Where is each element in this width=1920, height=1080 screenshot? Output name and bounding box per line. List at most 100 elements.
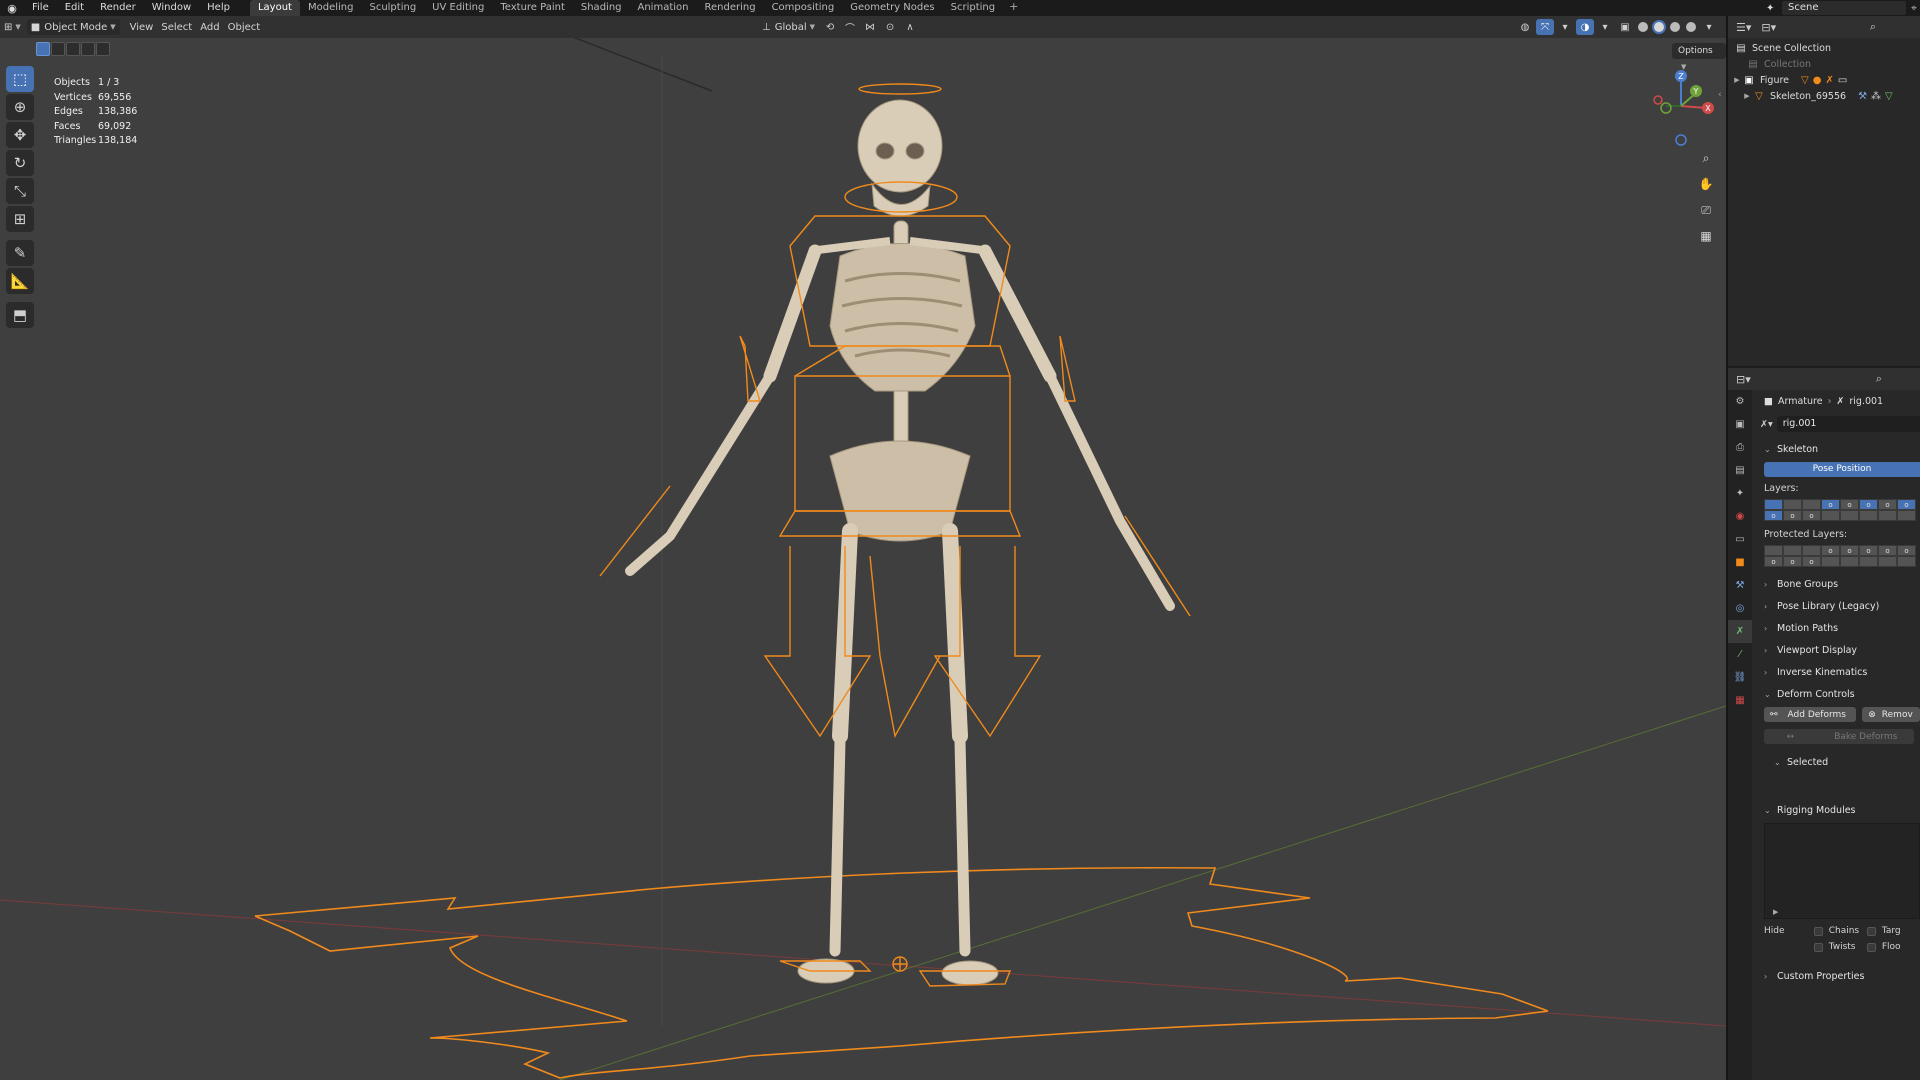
- bone-constraint-tab-icon[interactable]: ⛓: [1728, 666, 1752, 689]
- select-new-icon[interactable]: [36, 42, 50, 56]
- layer-toggle[interactable]: o: [1878, 499, 1897, 510]
- tab-scripting[interactable]: Scripting: [943, 0, 1003, 16]
- menu-view[interactable]: View: [126, 19, 158, 35]
- layer-toggle[interactable]: o: [1802, 556, 1821, 567]
- falloff-icon[interactable]: ∧: [901, 19, 919, 35]
- menu-add[interactable]: Add: [196, 19, 223, 35]
- pan-hand-icon[interactable]: ✋: [1696, 174, 1716, 194]
- output-tab-icon[interactable]: ⎙: [1728, 436, 1752, 459]
- texture-tab-icon[interactable]: ▦: [1728, 689, 1752, 712]
- layer-toggle[interactable]: o: [1802, 510, 1821, 521]
- tab-animation[interactable]: Animation: [630, 0, 697, 16]
- panel-collapsed[interactable]: › Pose Library (Legacy): [1752, 595, 1920, 617]
- armature-browse-icon[interactable]: ✗▾: [1760, 419, 1773, 430]
- armature-data-tab-icon[interactable]: ✗: [1728, 620, 1752, 643]
- targets-checkbox[interactable]: [1866, 926, 1876, 936]
- bone-tab-icon[interactable]: ⁄: [1728, 643, 1752, 666]
- layer-toggle[interactable]: [1859, 510, 1878, 521]
- layer-toggle[interactable]: [1783, 499, 1802, 510]
- armature-name-field[interactable]: rig.001: [1776, 416, 1920, 432]
- scale-icon[interactable]: ⤡: [6, 178, 34, 204]
- layer-toggle[interactable]: o: [1821, 499, 1840, 510]
- layer-toggle[interactable]: o: [1897, 545, 1916, 556]
- layer-toggle[interactable]: [1897, 556, 1916, 567]
- menu-object[interactable]: Object: [224, 19, 265, 35]
- layer-toggle[interactable]: o: [1764, 556, 1783, 567]
- mode-selector[interactable]: ■ Object Mode ▼: [26, 19, 120, 35]
- navigation-gizmo[interactable]: Z Y X: [1646, 66, 1716, 156]
- select-extend-icon[interactable]: [51, 42, 65, 56]
- 3d-viewport[interactable]: ⊞ ▼ ■ Object Mode ▼ View Select Add Objec…: [0, 16, 1726, 1080]
- menu-help[interactable]: Help: [199, 0, 238, 16]
- rotate-icon[interactable]: ↻: [6, 150, 34, 176]
- add-deforms-button[interactable]: ⚯ Add Deforms: [1764, 707, 1857, 722]
- layer-toggle[interactable]: [1878, 510, 1897, 521]
- zoom-icon[interactable]: ⌕: [1696, 148, 1716, 168]
- layer-toggle[interactable]: [1764, 545, 1783, 556]
- expand-arrow-icon[interactable]: ▶: [1732, 76, 1742, 84]
- tab-uv-editing[interactable]: UV Editing: [424, 0, 492, 16]
- display-mode-icon[interactable]: ⊟▾: [1761, 21, 1776, 34]
- pose-position-button[interactable]: Pose Position: [1764, 462, 1920, 477]
- twists-checkbox[interactable]: [1813, 942, 1823, 952]
- menu-edit[interactable]: Edit: [57, 0, 92, 16]
- layer-toggle[interactable]: o: [1859, 545, 1878, 556]
- layer-toggle[interactable]: o: [1840, 499, 1859, 510]
- bake-deforms-button[interactable]: ↔ Bake Deforms: [1764, 729, 1914, 744]
- menu-file[interactable]: File: [24, 0, 57, 16]
- panel-rigging-modules[interactable]: ⌄ Rigging Modules: [1752, 799, 1920, 821]
- annotate-icon[interactable]: ✎: [6, 240, 34, 266]
- layer-toggle[interactable]: o: [1859, 499, 1878, 510]
- camera-view-icon[interactable]: ⎚: [1696, 200, 1716, 220]
- add-cube-icon[interactable]: ⬒: [6, 302, 34, 328]
- blender-logo-icon[interactable]: ◉: [0, 0, 24, 16]
- rigging-modules-list[interactable]: ▶: [1764, 823, 1920, 919]
- pivot-icon[interactable]: ⟲: [821, 19, 839, 35]
- select-intersect-icon[interactable]: [96, 42, 110, 56]
- search-icon[interactable]: ⌕: [1870, 20, 1876, 34]
- panel-custom-properties[interactable]: › Custom Properties: [1752, 965, 1920, 987]
- overlay-toggle-icon[interactable]: ◑: [1576, 19, 1594, 35]
- editor-type-icon[interactable]: ⊟▾: [1736, 373, 1751, 386]
- material-shading-icon[interactable]: [1670, 22, 1680, 32]
- panel-skeleton[interactable]: ⌄ Skeleton: [1752, 438, 1920, 460]
- transform-icon[interactable]: ⊞: [6, 206, 34, 232]
- snap-icon[interactable]: ⌒: [841, 19, 859, 35]
- layer-toggle[interactable]: o: [1897, 499, 1916, 510]
- expand-arrow-icon[interactable]: ▶: [1742, 92, 1752, 100]
- tool-tab-icon[interactable]: ⚙: [1728, 390, 1752, 413]
- tab-geometry-nodes[interactable]: Geometry Nodes: [842, 0, 942, 16]
- outliner-item-collection[interactable]: ▤ Collection: [1728, 56, 1920, 72]
- layer-toggle[interactable]: [1821, 510, 1840, 521]
- tab-shading[interactable]: Shading: [573, 0, 630, 16]
- overlay-dropdown-icon[interactable]: ▾: [1596, 19, 1614, 35]
- scene-icon[interactable]: ✦: [1766, 3, 1782, 14]
- chains-checkbox[interactable]: [1813, 926, 1823, 936]
- layer-toggle[interactable]: o: [1821, 545, 1840, 556]
- render-tab-icon[interactable]: ▣: [1728, 413, 1752, 436]
- layer-toggle[interactable]: [1859, 556, 1878, 567]
- panel-collapsed[interactable]: › Inverse Kinematics: [1752, 661, 1920, 683]
- pin-icon[interactable]: ⌖: [1906, 3, 1920, 14]
- layer-toggle[interactable]: [1840, 510, 1859, 521]
- view-layer-tab-icon[interactable]: ▤: [1728, 459, 1752, 482]
- xray-icon[interactable]: ▣: [1616, 19, 1634, 35]
- scene-tab-icon[interactable]: ✦: [1728, 482, 1752, 505]
- solid-shading-icon[interactable]: [1654, 22, 1664, 32]
- visibility-icon[interactable]: ◍: [1516, 19, 1534, 35]
- panel-selected[interactable]: ⌄ Selected: [1752, 751, 1920, 773]
- tab-modeling[interactable]: Modeling: [300, 0, 362, 16]
- layer-toggle[interactable]: o: [1764, 510, 1783, 521]
- layer-toggle[interactable]: [1783, 545, 1802, 556]
- physics-tab-icon[interactable]: ◎: [1728, 597, 1752, 620]
- layer-toggle[interactable]: [1821, 556, 1840, 567]
- select-box-icon[interactable]: ⬚: [6, 66, 34, 92]
- layer-toggle[interactable]: o: [1783, 556, 1802, 567]
- wireframe-shading-icon[interactable]: [1638, 22, 1648, 32]
- layer-toggle[interactable]: o: [1840, 545, 1859, 556]
- panel-deform-controls[interactable]: ⌄ Deform Controls: [1752, 683, 1920, 705]
- proportional-edit-icon[interactable]: ⊙: [881, 19, 899, 35]
- layer-toggle[interactable]: [1802, 545, 1821, 556]
- outliner-item-figure[interactable]: ▶ ▣ Figure ▽ ● ✗ ▭: [1728, 72, 1920, 88]
- sidebar-toggle-icon[interactable]: ‹: [1718, 90, 1722, 100]
